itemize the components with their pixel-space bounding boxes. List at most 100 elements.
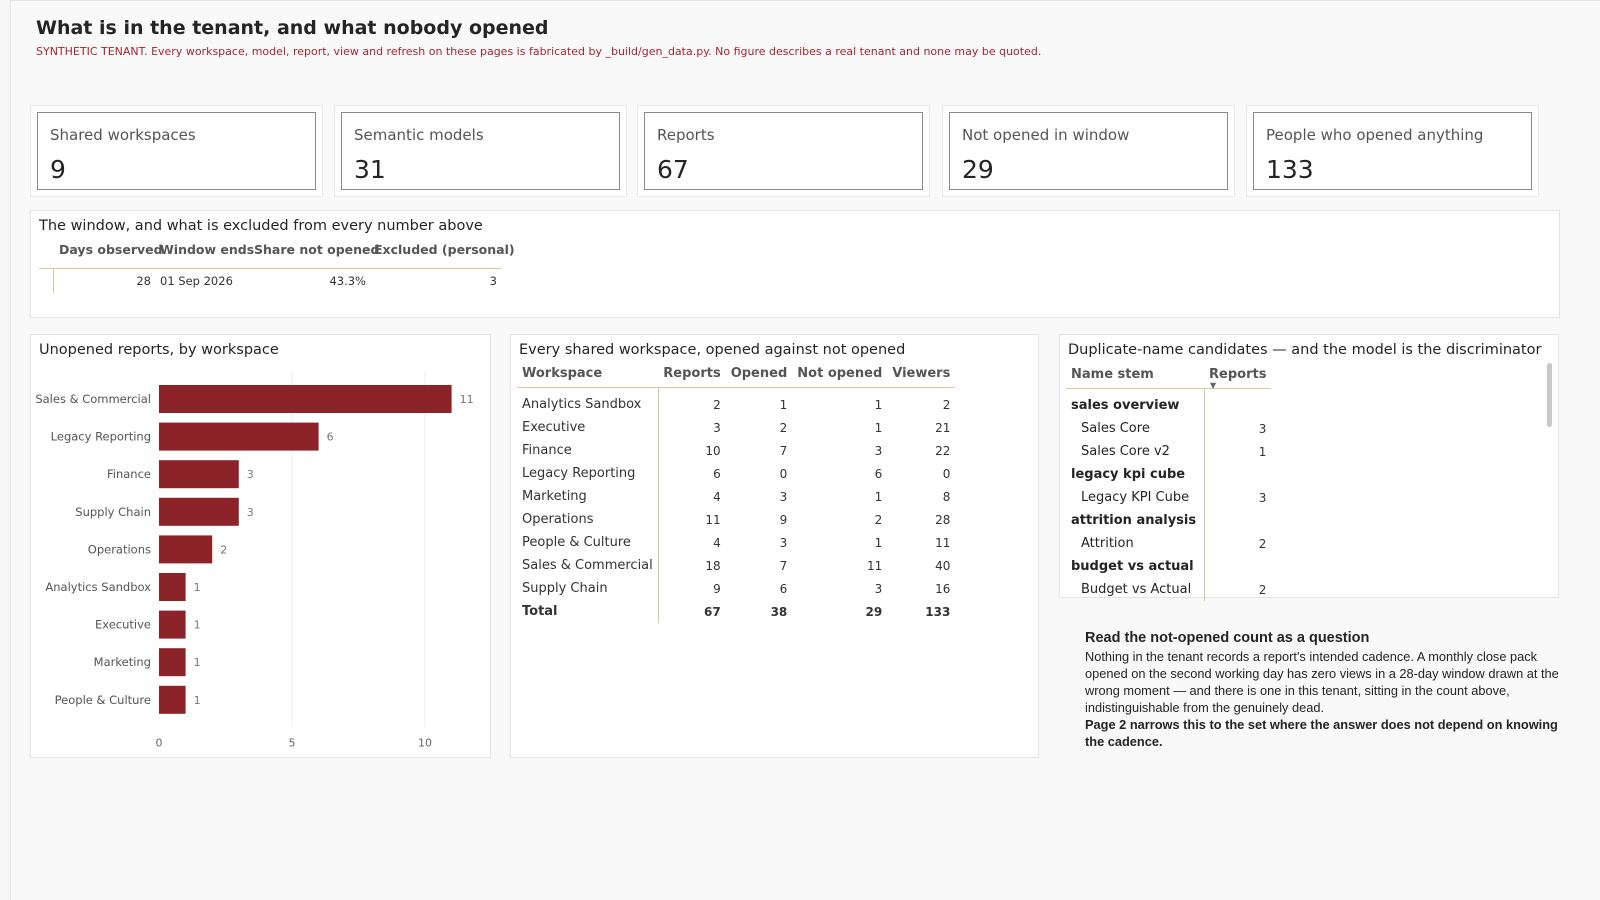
number-cell: 3 [779,535,788,550]
kpi-card-reports[interactable]: Reports 67 [637,105,930,197]
bar[interactable] [159,648,186,677]
kpi-value: 31 [354,155,386,184]
note-body: Nothing in the tenant records a report's… [1085,649,1559,715]
child-row[interactable]: Sales Core v2 1 [1066,440,1272,463]
kpi-card-people[interactable]: People who opened anything 133 [1246,105,1539,197]
kpi-label: Semantic models [354,126,484,144]
bar[interactable] [159,497,239,526]
model-name: Sales Core [1081,421,1150,436]
bar[interactable] [159,535,213,564]
number-cell: 7 [779,558,788,573]
child-row[interactable]: Attrition 2 [1066,532,1272,555]
total-label: Total [517,600,659,623]
number-cell: 7 [779,443,788,458]
unopened-bar-chart[interactable]: 0 5 10Sales & Commercial 11Legacy Reporting… [31,363,492,758]
table-row[interactable]: Supply Chain 9 6 3 16 [517,577,955,600]
kpi-card-shared-workspaces[interactable]: Shared workspaces 9 [30,105,323,197]
chart-title: Unopened reports, by workspace [39,342,279,358]
x-tick-label: 0 [156,736,163,749]
table-row[interactable]: People & Culture 4 3 1 11 [517,531,955,554]
workspace-cell: Finance [517,439,659,462]
bar[interactable] [159,685,186,714]
group-value [1203,463,1272,486]
child-row[interactable]: Legacy KPI Cube 3 [1066,486,1272,509]
duplicates-title: Duplicate-name candidates — and the mode… [1068,342,1542,358]
group-row[interactable]: legacy kpi cube [1066,463,1272,486]
child-row[interactable]: Budget vs Actual 2 [1066,578,1272,601]
group-row[interactable]: attrition analysis [1066,509,1272,532]
group-label: budget vs actual [1071,559,1194,574]
number-cell: 16 [935,581,951,596]
col-header-workspace[interactable]: Workspace [517,361,659,388]
table-header-row: Workspace Reports Opened Not opened View… [517,361,956,388]
group-row[interactable]: sales overview [1066,388,1272,417]
page-title: What is in the tenant, and what nobody o… [36,17,549,39]
number-cell: 9 [713,581,721,596]
vertical-scrollbar[interactable] [1547,363,1552,427]
group-row[interactable]: budget vs actual [1066,555,1272,578]
col-header-name-stem[interactable]: Name stem [1066,361,1204,389]
table-row[interactable]: Legacy Reporting 6 0 6 0 [517,462,955,485]
group-label: sales overview [1071,398,1180,414]
header-divider [39,268,501,269]
window-table[interactable]: Days observed Window ends Share not open… [39,239,515,309]
data-label: 3 [247,506,254,519]
category-label: Sales & Commercial [35,392,151,406]
total-cell: 29 [865,604,883,619]
window-panel: The window, and what is excluded from ev… [30,210,1560,318]
col-header-viewers[interactable]: Viewers [887,361,956,388]
col-header-share[interactable]: Share not opened [254,242,379,257]
data-label: 3 [247,468,254,481]
number-cell: 10 [705,443,721,458]
data-label: 1 [194,694,201,707]
table-row[interactable]: Executive 3 2 1 21 [517,416,955,439]
total-row[interactable]: Total 67 38 29 133 [517,600,955,623]
number-cell: 0 [779,466,788,481]
col-header-excluded[interactable]: Excluded (personal) [374,242,515,257]
kpi-value: 67 [657,155,689,184]
bar[interactable] [159,385,452,413]
bar[interactable] [159,610,186,639]
workspace-cell: Legacy Reporting [517,462,659,485]
model-name: Legacy KPI Cube [1081,490,1190,505]
reports-count: 3 [1203,417,1272,440]
col-header-days[interactable]: Days observed [59,242,163,257]
number-cell: 11 [935,535,951,550]
number-cell: 1 [874,535,883,550]
number-cell: 1 [874,397,883,412]
bar[interactable] [159,573,186,601]
table-row[interactable]: Marketing 4 3 1 8 [517,485,955,508]
table-row[interactable]: Sales & Commercial 18 7 11 40 [517,554,955,577]
workspace-table[interactable]: Workspace Reports Opened Not opened View… [517,361,956,623]
duplicates-table[interactable]: Name stem Reports ▼ sales overview Sales C… [1066,361,1272,601]
workspace-cell: Sales & Commercial [517,554,659,577]
number-cell: 6 [779,581,788,596]
number-cell: 3 [779,489,788,504]
col-header-reports[interactable]: Reports [658,361,726,388]
number-cell: 11 [866,558,883,573]
category-label: Executive [95,618,151,632]
data-label: 6 [327,431,334,444]
col-header-window-ends[interactable]: Window ends [160,242,254,257]
table-row[interactable]: Analytics Sandbox 2 1 1 2 [517,387,955,416]
bar[interactable] [159,422,319,451]
data-label: 1 [194,619,201,632]
kpi-card-semantic-models[interactable]: Semantic models 31 [334,105,627,197]
bar[interactable] [159,460,239,489]
number-cell: 1 [874,489,883,504]
category-label: Analytics Sandbox [45,580,151,594]
col-header-not-opened[interactable]: Not opened [792,361,888,388]
total-cell: 38 [770,604,788,619]
synthetic-disclaimer: SYNTHETIC TENANT. Every workspace, model… [36,45,1042,58]
workspace-table-title: Every shared workspace, opened against n… [519,342,906,358]
table-row[interactable]: Operations 11 9 2 28 [517,508,955,531]
col-header-opened[interactable]: Opened [725,361,793,388]
number-cell: 3 [713,420,721,435]
table-row[interactable]: Finance 10 7 3 22 [517,439,955,462]
sort-descending-icon[interactable]: ▼ [1210,381,1216,390]
data-label: 1 [194,656,201,669]
col-header-reports-sorted[interactable]: Reports ▼ [1204,361,1272,390]
workspace-cell: Marketing [517,485,659,508]
child-row[interactable]: Sales Core 3 [1066,417,1272,440]
kpi-card-not-opened[interactable]: Not opened in window 29 [942,105,1235,197]
